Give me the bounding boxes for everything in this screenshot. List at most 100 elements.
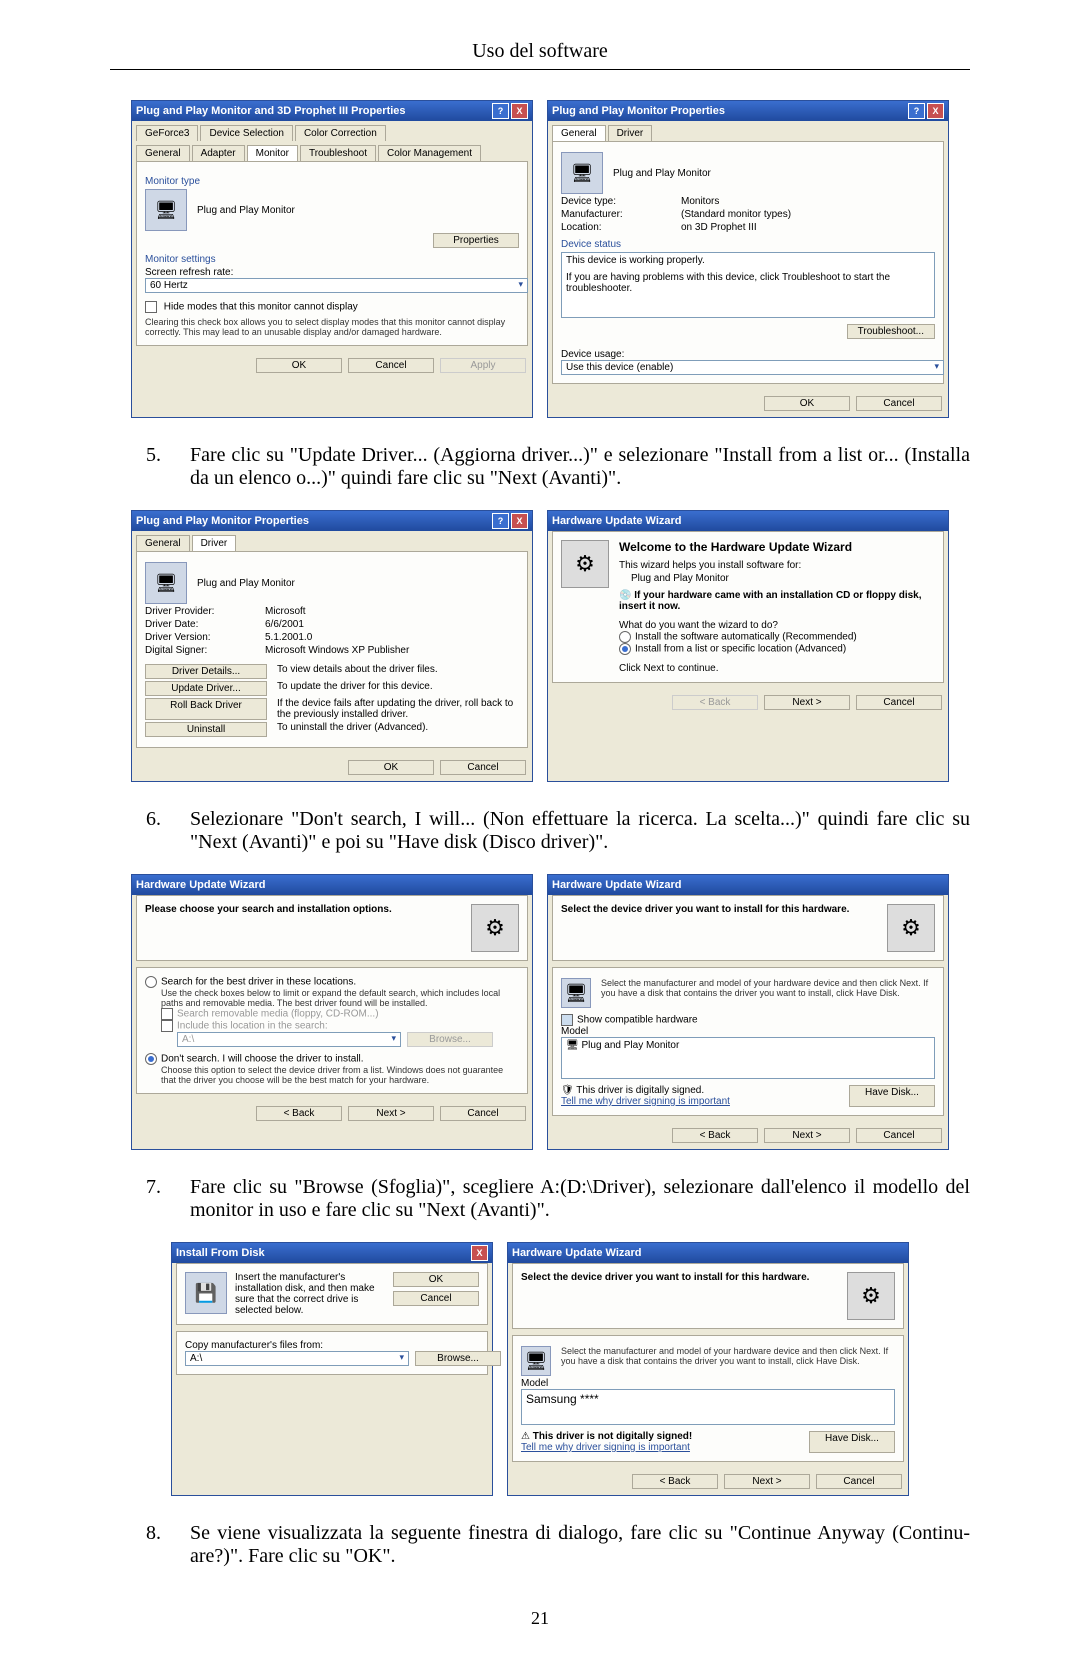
cancel-button[interactable]: Cancel	[393, 1291, 479, 1306]
update-driver-desc: To update the driver for this device.	[277, 681, 519, 696]
wizard-click-next: Click Next to continue.	[619, 663, 935, 674]
titlebar: Hardware Update Wizard	[132, 875, 532, 895]
signed-status: 🛡 This driver is digitally signed.	[561, 1085, 730, 1096]
browse-button[interactable]: Browse...	[415, 1351, 501, 1366]
monitor-icon: 🖥	[561, 152, 603, 194]
location-dropdown: A:\	[177, 1032, 401, 1047]
model-list[interactable]: 🖥 Plug and Play Monitor	[561, 1037, 935, 1079]
step-7: 7. Fare clic su "Browse (Sfoglia)", sceg…	[146, 1176, 970, 1222]
cancel-button[interactable]: Cancel	[440, 760, 526, 775]
radio-install-auto[interactable]	[619, 631, 631, 643]
ok-button[interactable]: OK	[393, 1272, 479, 1287]
ok-button[interactable]: OK	[764, 396, 850, 411]
tab-general[interactable]: General	[136, 535, 190, 551]
next-button[interactable]: Next >	[724, 1474, 810, 1489]
wizard-heading: Select the device driver you want to ins…	[521, 1272, 809, 1283]
titlebar: Hardware Update Wizard	[548, 511, 948, 531]
step-6-text: Selezionare "Don't search, I will... (No…	[190, 808, 970, 854]
step-5-num: 5.	[146, 444, 190, 490]
driver-provider-label: Driver Provider:	[145, 606, 255, 617]
titlebar-text: Plug and Play Monitor Properties	[552, 105, 725, 117]
update-driver-button[interactable]: Update Driver...	[145, 681, 267, 696]
driver-details-button[interactable]: Driver Details...	[145, 664, 267, 679]
wizard-device-name: Plug and Play Monitor	[631, 573, 935, 584]
ok-button[interactable]: OK	[348, 760, 434, 775]
monitor-icon: 🖥	[521, 1346, 551, 1376]
step-8: 8. Se viene visualizzata la seguente fin…	[146, 1522, 970, 1568]
tab-device-selection[interactable]: Device Selection	[200, 125, 292, 141]
rollback-driver-desc: If the device fails after updating the d…	[277, 698, 519, 720]
driver-details-desc: To view details about the driver files.	[277, 664, 519, 679]
back-button[interactable]: < Back	[632, 1474, 718, 1489]
tab-color-correction[interactable]: Color Correction	[295, 125, 386, 141]
next-button[interactable]: Next >	[348, 1106, 434, 1121]
tab-general[interactable]: General	[552, 125, 606, 141]
copy-from-dropdown[interactable]: A:\	[185, 1351, 409, 1366]
window-monitor-props-driver: Plug and Play Monitor Properties ?X Gene…	[131, 510, 533, 782]
driver-version-label: Driver Version:	[145, 632, 255, 643]
wizard-instructions: Select the manufacturer and model of you…	[601, 978, 935, 1008]
wizard-heading: Please choose your search and installati…	[145, 904, 392, 915]
refresh-rate-dropdown[interactable]: 60 Hertz	[145, 278, 528, 293]
signing-info-link[interactable]: Tell me why driver signing is important	[561, 1096, 730, 1107]
window-hardware-wizard-welcome: Hardware Update Wizard ⚙ Welcome to the …	[547, 510, 949, 782]
signing-info-link[interactable]: Tell me why driver signing is important	[521, 1442, 692, 1453]
tab-general[interactable]: General	[136, 145, 190, 161]
help-icon[interactable]: ?	[908, 103, 925, 119]
chk-include-location	[161, 1020, 173, 1032]
have-disk-button[interactable]: Have Disk...	[809, 1431, 895, 1453]
location-label: Location:	[561, 222, 671, 233]
cancel-button[interactable]: Cancel	[440, 1106, 526, 1121]
help-icon[interactable]: ?	[492, 103, 509, 119]
tabs-row-top: GeForce3 Device Selection Color Correcti…	[132, 121, 532, 141]
window-install-from-disk: Install From Disk X 💾 Insert the manufac…	[171, 1242, 493, 1496]
have-disk-button[interactable]: Have Disk...	[849, 1085, 935, 1107]
device-usage-dropdown[interactable]: Use this device (enable)	[561, 360, 944, 375]
radio-install-from-list[interactable]	[619, 643, 631, 655]
cancel-button[interactable]: Cancel	[348, 358, 434, 373]
close-icon[interactable]: X	[511, 513, 528, 529]
tab-troubleshoot[interactable]: Troubleshoot	[300, 145, 376, 161]
tab-monitor[interactable]: Monitor	[247, 145, 298, 161]
monitor-settings-label: Monitor settings	[145, 254, 519, 265]
chk-include-label: Include this location in the search:	[177, 1021, 328, 1032]
radio-dont-search[interactable]	[145, 1053, 157, 1065]
tab-driver[interactable]: Driver	[192, 535, 237, 551]
window-hardware-wizard-search-options: Hardware Update Wizard Please choose you…	[131, 874, 533, 1150]
cancel-button[interactable]: Cancel	[816, 1474, 902, 1489]
rollback-driver-button[interactable]: Roll Back Driver	[145, 698, 267, 720]
tabs-row-bottom: General Adapter Monitor Troubleshoot Col…	[132, 141, 532, 161]
close-icon[interactable]: X	[927, 103, 944, 119]
model-list[interactable]: Samsung ****	[521, 1389, 895, 1425]
uninstall-button[interactable]: Uninstall	[145, 722, 267, 737]
radio-dont-search-label: Don't search. I will choose the driver t…	[161, 1054, 364, 1065]
copy-from-label: Copy manufacturer's files from:	[185, 1340, 479, 1351]
hide-modes-checkbox[interactable]	[145, 301, 157, 313]
cancel-button[interactable]: Cancel	[856, 1128, 942, 1143]
back-button[interactable]: < Back	[256, 1106, 342, 1121]
tab-driver[interactable]: Driver	[608, 125, 653, 141]
uninstall-desc: To uninstall the driver (Advanced).	[277, 722, 519, 737]
chk-show-compatible[interactable]	[561, 1014, 573, 1026]
help-icon[interactable]: ?	[492, 513, 509, 529]
close-icon[interactable]: X	[511, 103, 528, 119]
tab-geforce3[interactable]: GeForce3	[136, 125, 198, 141]
properties-button[interactable]: Properties	[433, 233, 519, 248]
titlebar: Hardware Update Wizard	[508, 1243, 908, 1263]
next-button[interactable]: Next >	[764, 695, 850, 710]
wizard-cd-hint: 💿 If your hardware came with an installa…	[619, 590, 935, 612]
tab-color-management[interactable]: Color Management	[378, 145, 481, 161]
close-icon[interactable]: X	[471, 1245, 488, 1261]
monitor-icon: 🖥	[561, 978, 591, 1008]
titlebar-text: Plug and Play Monitor Properties	[136, 515, 309, 527]
cancel-button[interactable]: Cancel	[856, 396, 942, 411]
ok-button[interactable]: OK	[256, 358, 342, 373]
install-from-disk-instructions: Insert the manufacturer's installation d…	[235, 1272, 385, 1316]
next-button[interactable]: Next >	[764, 1128, 850, 1143]
troubleshoot-button[interactable]: Troubleshoot...	[847, 324, 935, 339]
radio-search-best[interactable]	[145, 976, 157, 988]
back-button[interactable]: < Back	[672, 1128, 758, 1143]
device-name: Plug and Play Monitor	[197, 578, 295, 589]
cancel-button[interactable]: Cancel	[856, 695, 942, 710]
tab-adapter[interactable]: Adapter	[192, 145, 245, 161]
